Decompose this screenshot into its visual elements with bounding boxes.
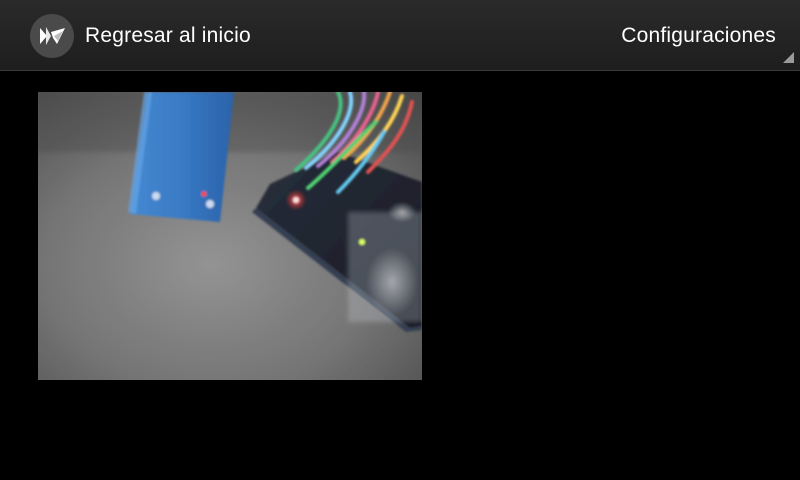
settings-button-label: Configuraciones: [621, 24, 776, 47]
action-bar: Regresar al inicio Configuraciones: [0, 0, 800, 71]
corner-triangle-icon: [783, 52, 794, 63]
camera-preview-image: [38, 92, 422, 380]
camera-preview: [38, 92, 422, 380]
back-to-home-button[interactable]: Regresar al inicio: [30, 14, 251, 58]
kivy-logo-icon: [30, 14, 74, 58]
settings-button[interactable]: Configuraciones: [621, 14, 776, 58]
back-button-label: Regresar al inicio: [85, 24, 251, 47]
app-window: Regresar al inicio Configuraciones: [0, 0, 800, 480]
